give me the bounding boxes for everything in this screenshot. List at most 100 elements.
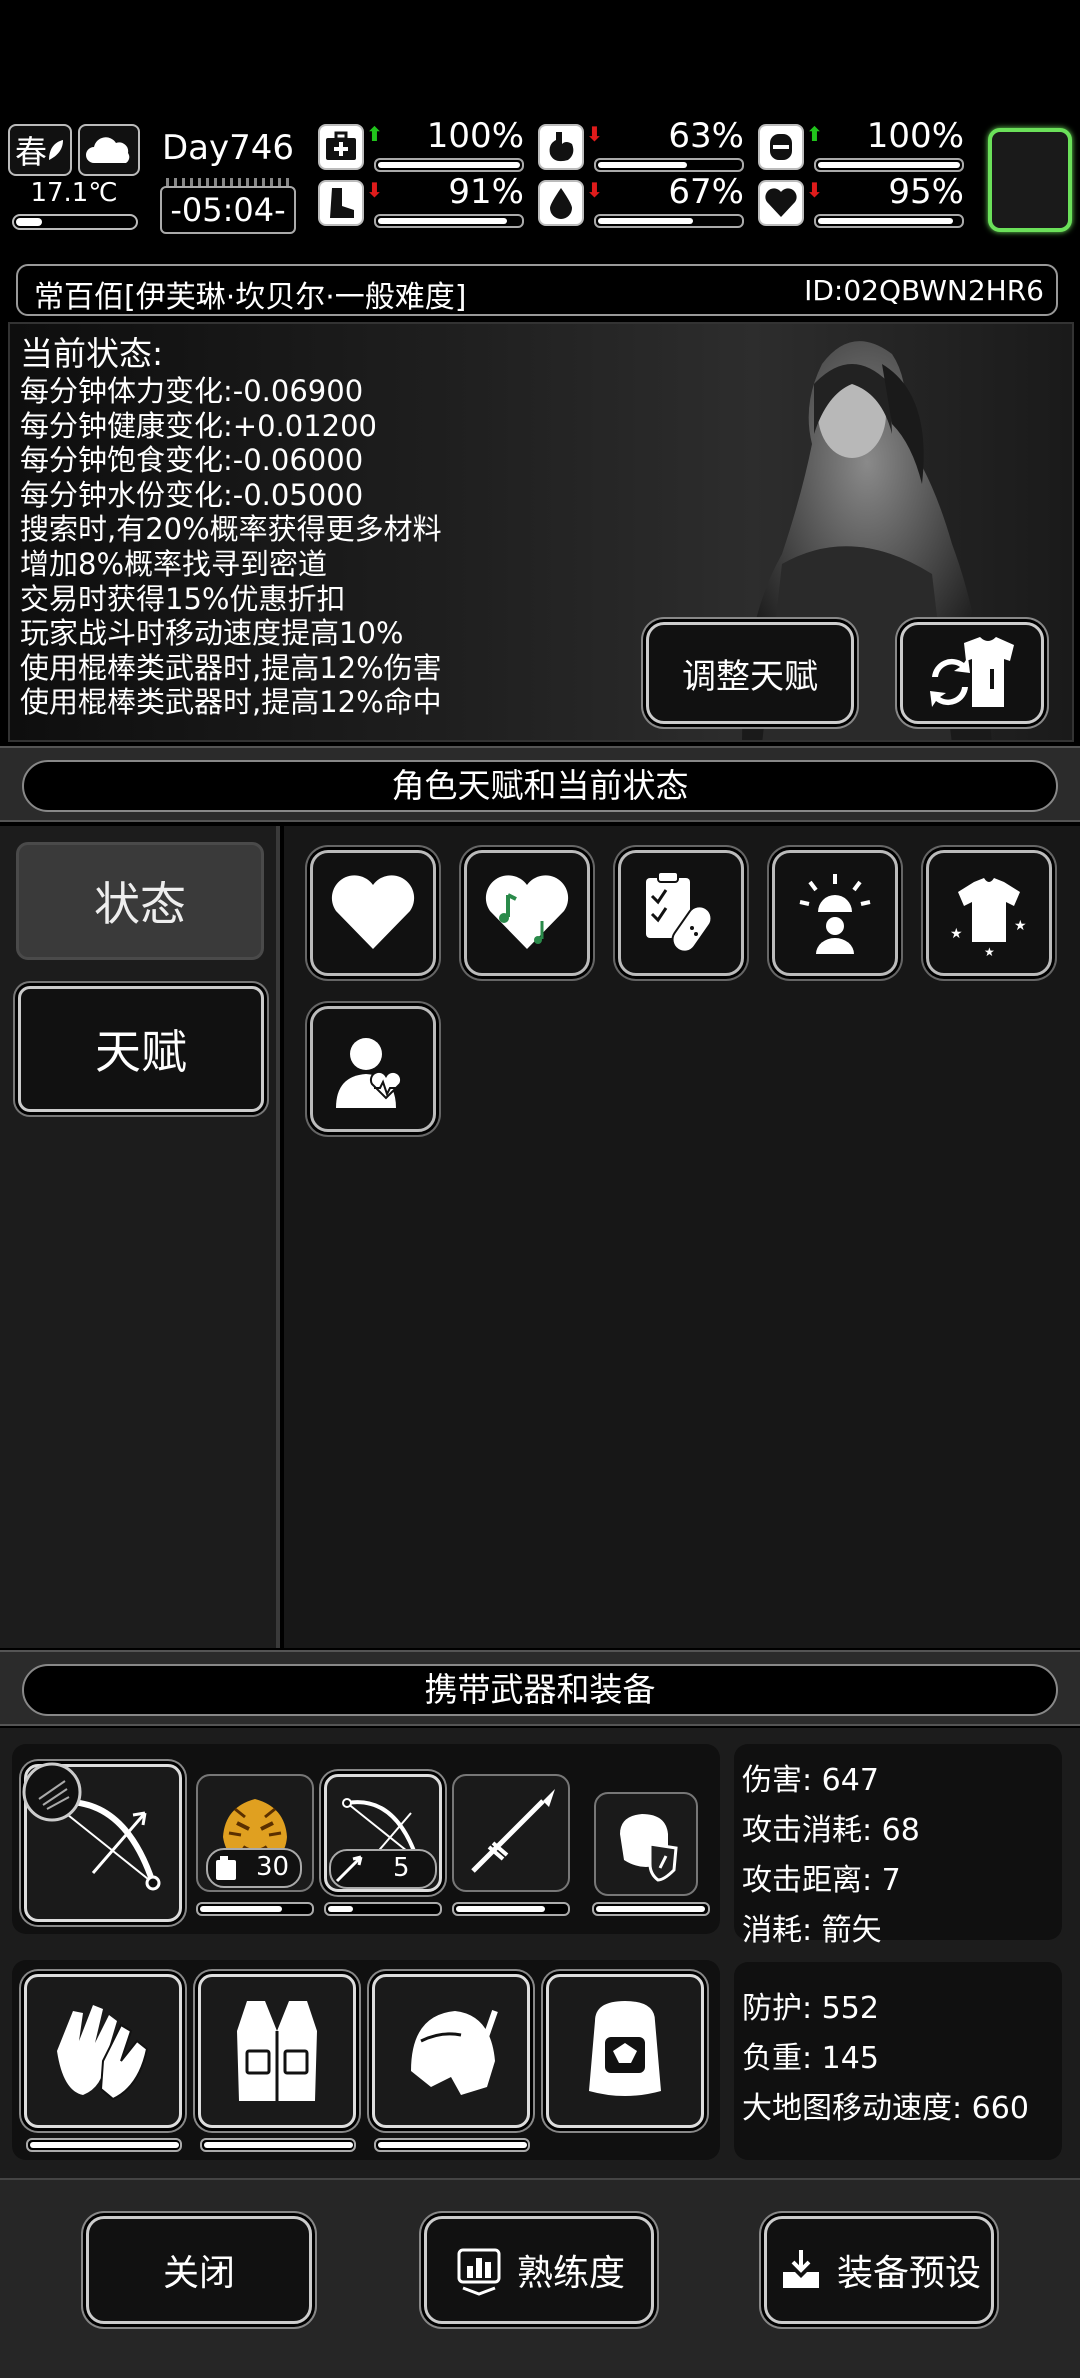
ammo-box-icon [216, 1856, 236, 1880]
status-line: 交易时获得15%优惠折扣 [20, 581, 346, 616]
status-text: 当前状态: 每分钟体力变化:-0.06900 每分钟健康变化:+0.01200 每分… [20, 334, 442, 720]
durability-bar [324, 1902, 442, 1916]
person-heartbeat-icon [336, 1038, 403, 1108]
download-box-icon [782, 2250, 819, 2288]
season-label: 春 [14, 133, 47, 171]
stat-bar [594, 214, 744, 228]
armor-protection: 防护: 552 [742, 1991, 879, 2026]
close-button-label: 关闭 [162, 2253, 235, 2294]
helmet-slot[interactable] [372, 1974, 530, 2128]
music-heart-icon [485, 875, 569, 949]
talent-alarm[interactable] [772, 850, 898, 976]
gloves-slot[interactable] [24, 1974, 182, 2128]
stat-bar [814, 214, 964, 228]
weapon-attack-range: 攻击距离: 7 [742, 1863, 901, 1898]
talent-medical[interactable] [618, 850, 744, 976]
stat-percent: 100% [426, 116, 524, 156]
stomach-icon [538, 124, 584, 170]
equipment-preset-button[interactable]: 装备预设 [764, 2216, 994, 2324]
durability-bar [196, 1902, 314, 1916]
character-name: 常百佰[伊芙琳·坎贝尔·一般难度] [34, 280, 467, 315]
backpack-slot[interactable] [546, 1974, 704, 2128]
trend-arrow-icon: ⬇ [586, 178, 603, 202]
accessory-slot[interactable] [594, 1792, 698, 1896]
svg-text:★: ★ [1014, 918, 1027, 934]
mask-icon [758, 124, 804, 170]
water-drop-icon [538, 180, 584, 226]
talent-heart[interactable] [310, 850, 436, 976]
arrow-icon [335, 1855, 363, 1883]
svg-text:★: ★ [984, 945, 995, 958]
alarm-person-icon [799, 874, 871, 954]
armor-weight: 负重: 145 [742, 2041, 879, 2076]
helmet-icon [411, 2010, 498, 2095]
leaf-icon [49, 140, 63, 160]
glove-shield-icon [620, 1814, 678, 1882]
proficiency-button-label: 熟练度 [516, 2253, 625, 2294]
medkit-icon [318, 124, 364, 170]
talent-health[interactable] [310, 1006, 436, 1132]
tab-status[interactable]: 状态 [16, 842, 264, 960]
trend-arrow-icon: ⬇ [586, 122, 603, 146]
stat-mask: ⬆ 100% [758, 116, 968, 176]
status-line: 玩家战斗时移动速度提高10% [20, 616, 404, 651]
quick-slot-button[interactable] [988, 128, 1072, 232]
talent-music-heart[interactable] [464, 850, 590, 976]
weapon-damage: 伤害: 647 [742, 1763, 879, 1798]
spear-icon [471, 1789, 555, 1873]
trend-arrow-icon: ⬆ [806, 122, 823, 146]
vest-slot[interactable] [198, 1974, 356, 2128]
durability-bar [452, 1902, 570, 1916]
status-line: 每分钟饱食变化:-0.06000 [20, 443, 364, 478]
melee-weapon-slot[interactable] [452, 1774, 570, 1892]
secondary-weapon-slot[interactable]: 5 [324, 1774, 442, 1892]
temperature-bar [12, 214, 138, 230]
reload-indicator-icon [22, 1762, 82, 1822]
refresh-shirt-icon [930, 637, 1014, 707]
stat-bar [814, 158, 964, 172]
status-line: 使用棍棒类武器时,提高12%命中 [20, 685, 442, 720]
time-ticks [166, 178, 290, 186]
equipment-section-header: 携带武器和装备 [0, 1650, 1080, 1726]
stat-percent: 67% [668, 172, 744, 212]
svg-text:★: ★ [950, 926, 963, 942]
stat-bar [594, 158, 744, 172]
trend-arrow-icon: ⬇ [366, 178, 383, 202]
status-line: 每分钟体力变化:-0.06900 [20, 374, 364, 408]
stat-percent: 91% [448, 172, 524, 212]
ammo-count: 30 [256, 1852, 290, 1882]
heart-icon [758, 180, 804, 226]
heart-icon [331, 875, 415, 949]
durability-bar [26, 2138, 182, 2152]
stat-heart: ⬇ 95% [758, 172, 968, 232]
podium-icon [457, 2248, 501, 2296]
proficiency-button[interactable]: 熟练度 [424, 2216, 654, 2324]
day-counter: Day746 [161, 128, 295, 168]
weapon-info-box: 伤害: 647 攻击消耗: 68 攻击距离: 7 消耗: 箭矢 [734, 1744, 1062, 1948]
equipment-section-title: 携带武器和装备 [22, 1664, 1058, 1716]
stat-water-drop: ⬇ 67% [538, 172, 748, 232]
close-button[interactable]: 关闭 [86, 2216, 312, 2324]
ammo-slot[interactable]: 30 [196, 1774, 314, 1892]
stat-percent: 63% [668, 116, 744, 156]
boot-icon [318, 180, 364, 226]
character-title-bar: 常百佰[伊芙琳·坎贝尔·一般难度] ID:02QBWN2HR6 [16, 264, 1058, 316]
stat-boot: ⬇ 91% [318, 172, 528, 232]
backpack-icon [589, 2001, 661, 2096]
talent-clothing[interactable]: ★ ★ ★ [926, 850, 1052, 976]
durability-bar [200, 2138, 356, 2152]
change-outfit-button[interactable] [900, 622, 1044, 724]
tab-talent[interactable]: 天赋 [18, 986, 264, 1112]
durability-bar [592, 1902, 710, 1916]
talents-section-title: 角色天赋和当前状态 [22, 760, 1058, 812]
stat-stomach: ⬇ 63% [538, 116, 748, 176]
stat-bar [374, 158, 524, 172]
game-time: -05:04- [160, 186, 296, 234]
status-line: 增加8%概率找寻到密道 [20, 546, 328, 581]
stat-medkit: ⬆ 100% [318, 116, 528, 176]
main-weapon-slot[interactable] [22, 1762, 182, 1922]
talents-section-header: 角色天赋和当前状态 [0, 746, 1080, 822]
adjust-talent-button[interactable]: 调整天赋 [646, 622, 854, 724]
map-move-speed: 大地图移动速度: 660 [742, 2091, 1029, 2126]
stat-bar [374, 214, 524, 228]
